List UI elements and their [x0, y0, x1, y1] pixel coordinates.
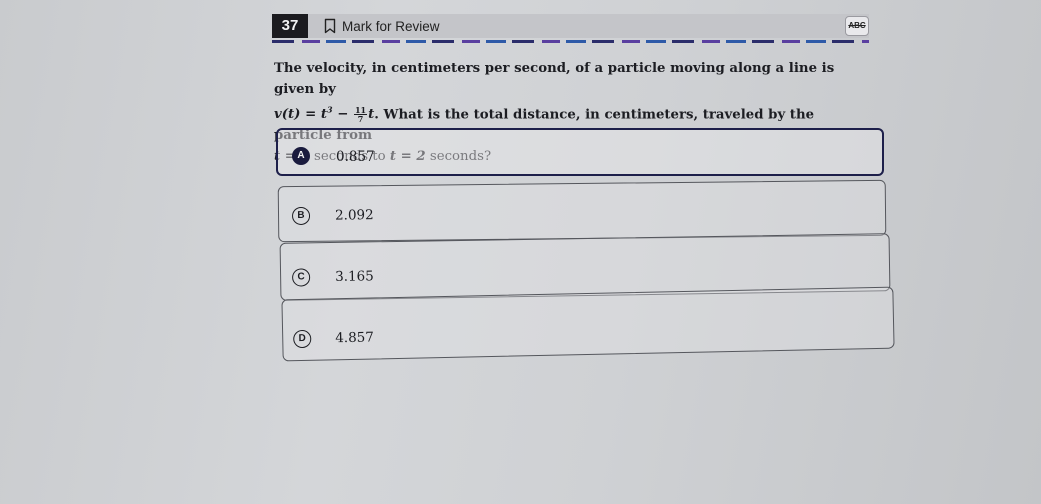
answer-choice-a[interactable]: A 0.857 [276, 128, 884, 176]
bookmark-icon [324, 18, 336, 34]
abc-eliminator-button[interactable]: ABC [845, 16, 869, 36]
question-number: 37 [272, 14, 308, 38]
choice-letter-c: C [291, 268, 311, 287]
header-divider [272, 40, 869, 43]
choice-letter-d: D [293, 329, 312, 349]
velocity-expression: v(t) = t3 − 11 7 t [274, 105, 374, 125]
choice-letter-b: B [291, 206, 311, 226]
velocity-function: v(t) = t [274, 107, 327, 123]
answer-choice-b[interactable]: B 2.092 [277, 179, 887, 243]
fraction: 11 7 [353, 106, 368, 125]
choice-value-b: 2.092 [334, 207, 374, 224]
mark-for-review-label: Mark for Review [342, 18, 440, 34]
answer-choice-d[interactable]: D 4.857 [281, 286, 895, 362]
choice-value-a: 0.857 [336, 149, 375, 165]
fraction-denominator: 7 [357, 114, 364, 125]
question-line-1: The velocity, in centimeters per second,… [274, 61, 835, 97]
question-header: 37 Mark for Review ABC [272, 14, 869, 38]
choice-value-c: 3.165 [334, 268, 374, 285]
choice-value-d: 4.857 [335, 329, 375, 347]
choice-letter-a: A [292, 147, 310, 165]
mark-for-review-button[interactable]: Mark for Review [324, 17, 440, 35]
minus-sign: − [332, 107, 353, 123]
